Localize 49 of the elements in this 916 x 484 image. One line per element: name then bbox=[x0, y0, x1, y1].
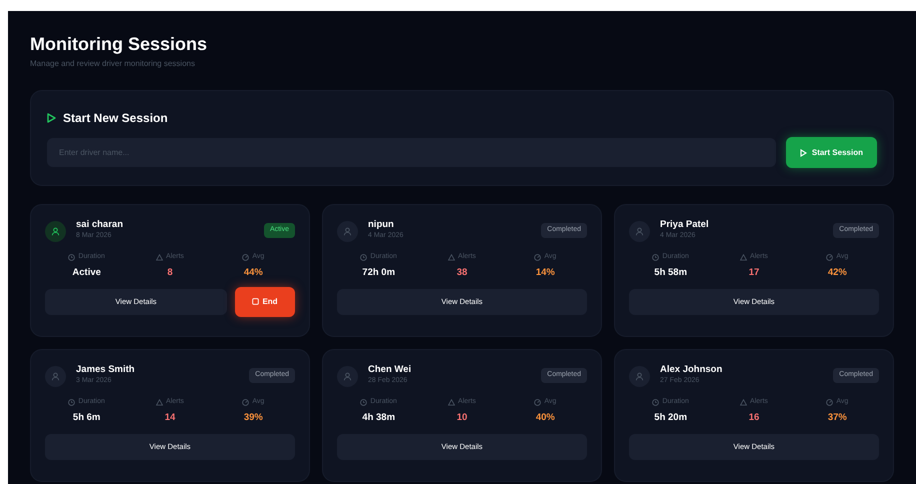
stat-value: 17 bbox=[748, 266, 760, 280]
stat-value: 14 bbox=[164, 410, 176, 424]
stat-value: 16 bbox=[748, 410, 760, 424]
stat-value: 5h 20m bbox=[654, 410, 688, 424]
page-subtitle: Manage and review driver monitoring sessions bbox=[30, 58, 195, 70]
stat-value: 5h 6m bbox=[72, 410, 100, 424]
stat-value: 5h 58m bbox=[654, 266, 688, 280]
stat-value: Active bbox=[72, 266, 101, 280]
driver-name: nipun bbox=[368, 219, 394, 231]
gauge-icon bbox=[826, 398, 834, 406]
clock-icon bbox=[360, 398, 368, 406]
stat-value: 39% bbox=[244, 410, 263, 424]
section-title: Start New Session bbox=[63, 110, 168, 127]
gauge-icon bbox=[242, 398, 250, 406]
gauge-icon bbox=[534, 398, 542, 406]
stat-value: 4h 38m bbox=[362, 410, 396, 424]
stat-value: 10 bbox=[456, 410, 468, 424]
clock-icon bbox=[68, 254, 76, 261]
play-icon bbox=[800, 148, 807, 156]
clock-icon bbox=[652, 398, 660, 406]
gauge-icon bbox=[534, 254, 542, 261]
end-button[interactable]: End bbox=[235, 286, 295, 317]
stop-icon bbox=[252, 298, 260, 306]
stat-value: 40% bbox=[536, 410, 555, 424]
gauge-icon bbox=[826, 254, 834, 261]
driver-name: Alex Johnson bbox=[660, 364, 722, 376]
play-icon bbox=[47, 113, 56, 123]
warning-icon bbox=[740, 398, 748, 406]
stat-value: 37% bbox=[828, 410, 847, 424]
warning-icon bbox=[156, 398, 164, 406]
gauge-icon bbox=[242, 254, 250, 261]
driver-name: sai charan bbox=[76, 219, 123, 231]
stat-value: 8 bbox=[167, 266, 173, 280]
driver-name: Priya Patel bbox=[660, 219, 709, 231]
stat-value: 38 bbox=[456, 266, 468, 280]
clock-icon bbox=[360, 254, 368, 261]
clock-icon bbox=[652, 254, 660, 261]
stat-value: 72h 0m bbox=[362, 266, 396, 280]
warning-icon bbox=[448, 254, 456, 261]
page-title: Monitoring Sessions bbox=[30, 33, 208, 55]
warning-icon bbox=[156, 254, 164, 261]
clock-icon bbox=[68, 398, 76, 406]
driver-name: James Smith bbox=[76, 364, 135, 376]
warning-icon bbox=[740, 254, 748, 261]
stat-value: 14% bbox=[536, 266, 555, 280]
warning-icon bbox=[448, 398, 456, 406]
stat-value: 42% bbox=[828, 266, 847, 280]
stat-value: 44% bbox=[244, 266, 263, 280]
driver-name: Chen Wei bbox=[368, 364, 412, 376]
